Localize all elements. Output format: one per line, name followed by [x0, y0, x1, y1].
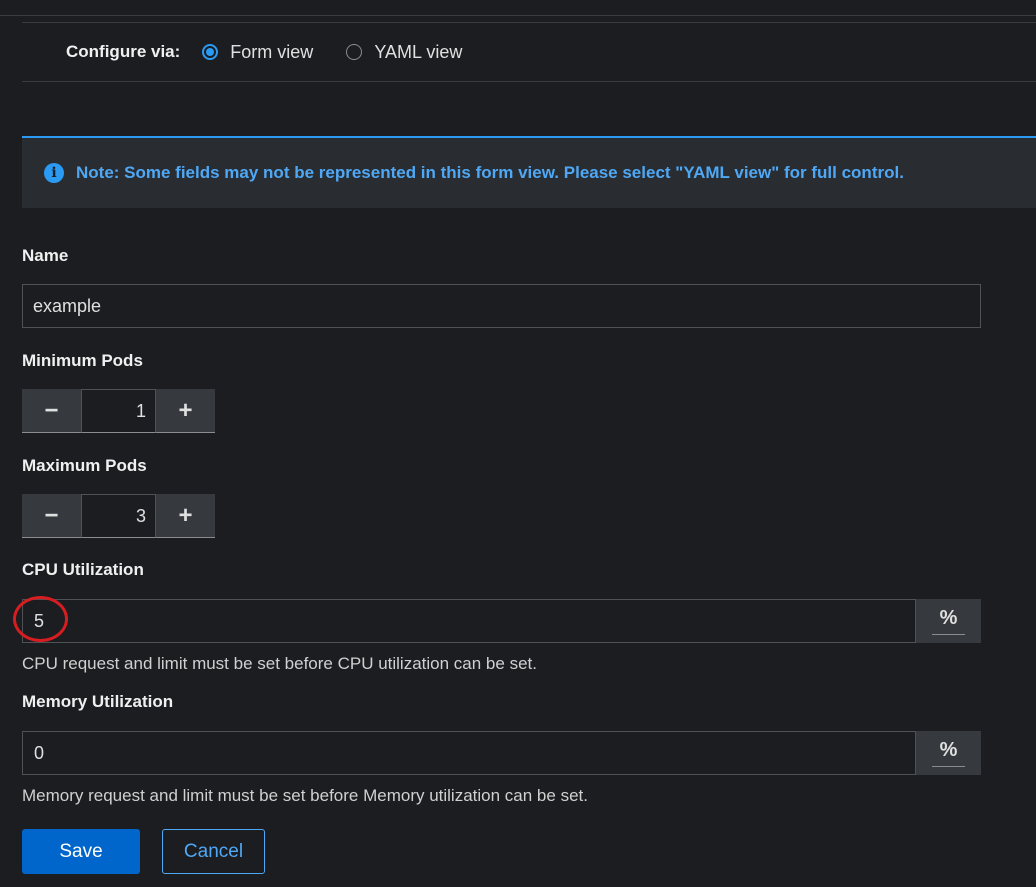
maximum-pods-increment-button[interactable]: + — [156, 494, 215, 538]
memory-percent-addon: % — [916, 731, 981, 775]
alert-text: Note: Some fields may not be represented… — [76, 163, 904, 182]
minimum-pods-increment-button[interactable]: + — [156, 389, 215, 433]
memory-utilization-group: 0 % — [22, 731, 981, 775]
cpu-percent-unit: % — [931, 607, 966, 635]
configure-via-row: Configure via: Form view YAML view — [22, 22, 1036, 82]
cpu-helper-text: CPU request and limit must be set before… — [22, 654, 537, 673]
info-icon: i — [44, 163, 64, 183]
top-divider — [0, 0, 1036, 16]
minimum-pods-label: Minimum Pods — [22, 351, 143, 370]
radio-form-view-label[interactable]: Form view — [230, 42, 313, 63]
radio-form-view[interactable]: Form view — [202, 42, 313, 63]
cpu-utilization-group: 5 % — [22, 599, 981, 643]
memory-percent-unit: % — [931, 739, 966, 767]
minimum-pods-decrement-button[interactable]: − — [22, 389, 81, 433]
highlight-annotation — [13, 596, 68, 642]
radio-unchecked-icon[interactable] — [346, 44, 363, 60]
memory-utilization-label: Memory Utilization — [22, 692, 174, 711]
name-label: Name — [22, 246, 69, 265]
maximum-pods-label: Maximum Pods — [22, 456, 147, 475]
maximum-pods-input[interactable]: 3 — [81, 494, 156, 538]
maximum-pods-stepper: − 3 + — [22, 494, 215, 538]
memory-helper-text: Memory request and limit must be set bef… — [22, 786, 588, 805]
configure-via-label: Configure via: — [66, 42, 181, 61]
cpu-utilization-input[interactable]: 5 — [22, 599, 916, 643]
minimum-pods-input[interactable]: 1 — [81, 389, 156, 433]
memory-utilization-input[interactable]: 0 — [22, 731, 916, 775]
radio-yaml-view[interactable]: YAML view — [346, 42, 462, 63]
name-input[interactable]: example — [22, 284, 981, 328]
maximum-pods-decrement-button[interactable]: − — [22, 494, 81, 538]
radio-checked-icon[interactable] — [202, 44, 219, 60]
cancel-button[interactable]: Cancel — [162, 829, 265, 874]
info-alert: i Note: Some fields may not be represent… — [22, 136, 1036, 208]
minimum-pods-stepper: − 1 + — [22, 389, 215, 433]
save-button[interactable]: Save — [22, 829, 140, 874]
radio-yaml-view-label[interactable]: YAML view — [374, 42, 462, 63]
cpu-percent-addon: % — [916, 599, 981, 643]
cpu-utilization-label: CPU Utilization — [22, 560, 144, 579]
